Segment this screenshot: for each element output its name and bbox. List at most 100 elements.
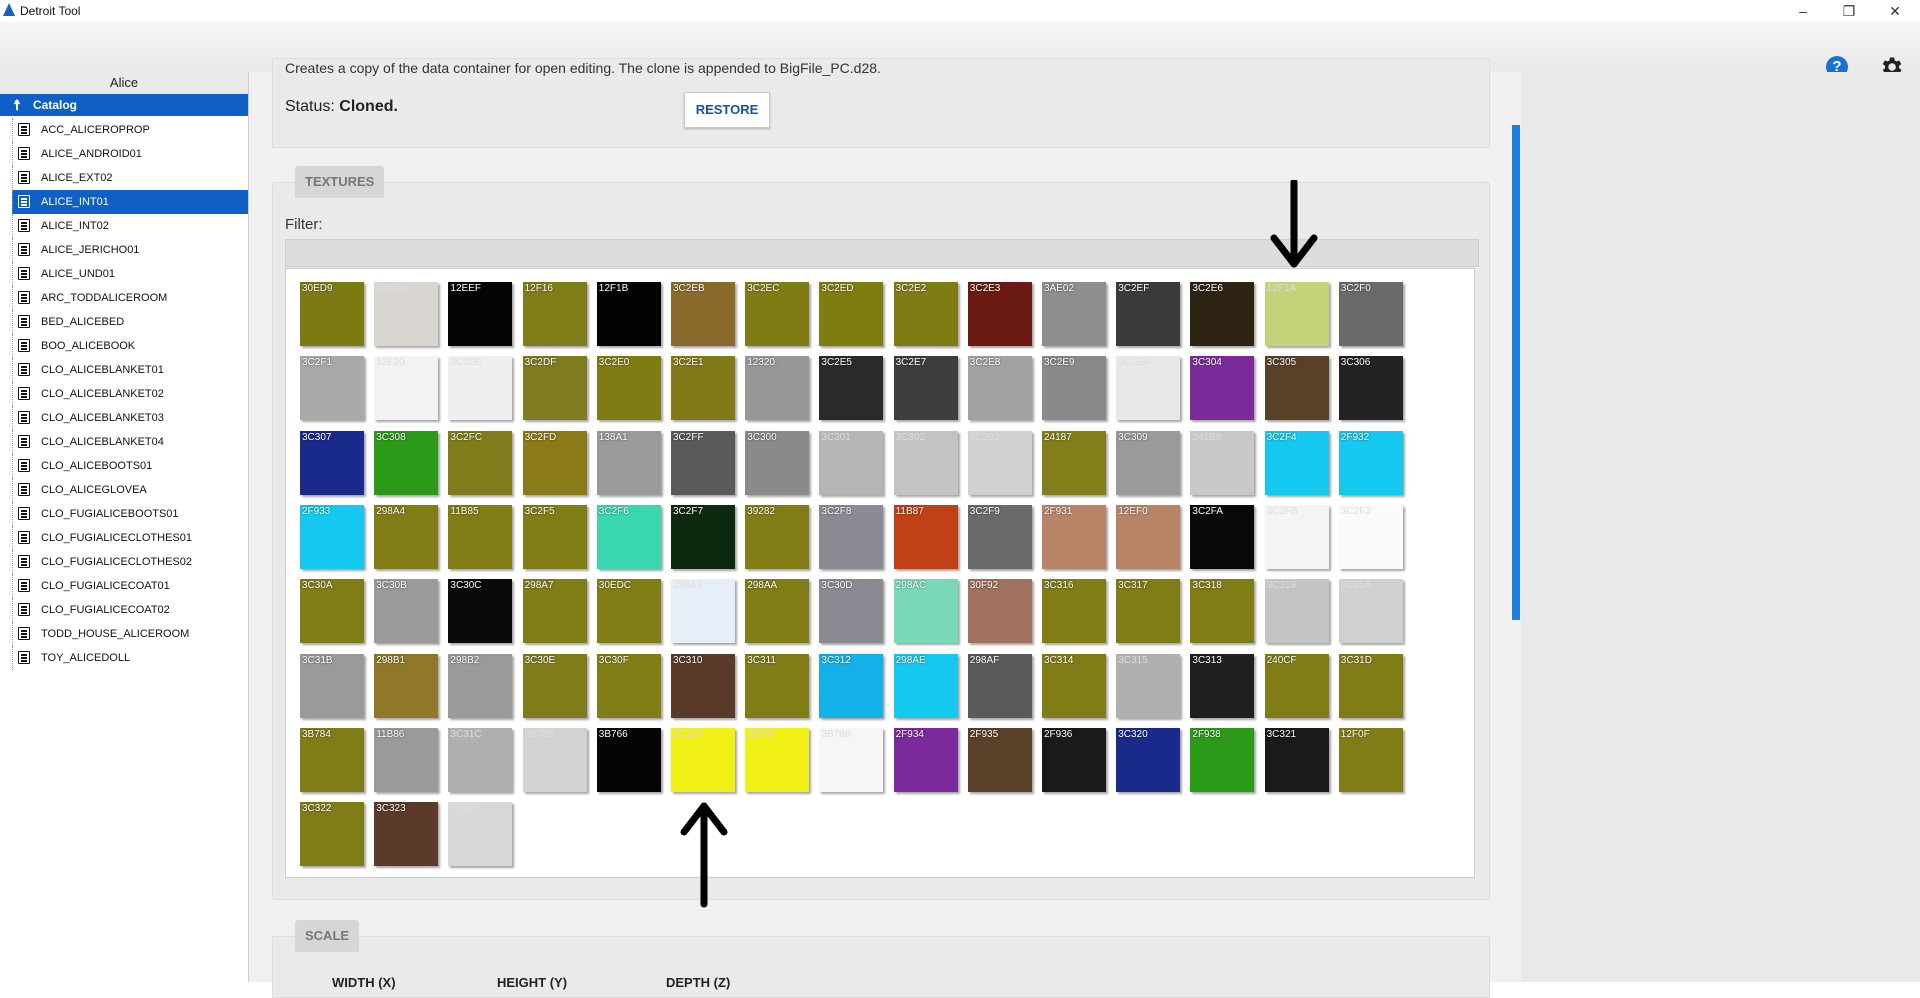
texture-tile[interactable]: 3C314 xyxy=(1042,653,1106,718)
texture-tile[interactable]: 12F16 xyxy=(522,282,587,346)
texture-tile[interactable]: 3C2FC xyxy=(448,430,513,495)
texture-tile[interactable]: 3C315 xyxy=(1116,653,1181,718)
texture-tile[interactable]: 3C319 xyxy=(1264,579,1329,644)
texture-tile[interactable]: 3C303 xyxy=(967,430,1032,495)
sidebar-item[interactable]: ACC_ALICEROPROP xyxy=(12,118,248,142)
texture-tile[interactable]: 3C2F3 xyxy=(1338,504,1403,569)
texture-tile[interactable]: 3C308 xyxy=(374,430,439,495)
texture-tile[interactable]: 3C317 xyxy=(1116,579,1181,644)
texture-tile[interactable]: 298AE xyxy=(893,653,958,718)
sidebar-item[interactable]: CLO_FUGIALICECLOTHES01 xyxy=(12,526,248,550)
sidebar-item[interactable]: CLO_FUGIALICECLOTHES02 xyxy=(12,550,248,574)
texture-tile[interactable]: 39282 xyxy=(745,504,810,569)
texture-tile[interactable]: 298AC xyxy=(893,579,958,644)
texture-tile[interactable]: 12F0F xyxy=(1338,727,1403,792)
texture-tile[interactable]: 3C31F xyxy=(671,727,735,792)
texture-tile[interactable]: 298A4 xyxy=(374,504,439,569)
texture-tile[interactable]: 3C2E9 xyxy=(1042,356,1106,421)
texture-tile[interactable]: 12F1A xyxy=(1264,282,1329,346)
sidebar-item[interactable]: ALICE_ANDROID01 xyxy=(12,142,248,166)
texture-tile[interactable]: 3C2DE xyxy=(448,356,513,421)
restore-button[interactable]: RESTORE xyxy=(684,92,770,128)
texture-tile[interactable]: 3B787 xyxy=(745,727,810,792)
texture-tile[interactable]: 3C2F6 xyxy=(596,504,661,569)
texture-tile[interactable]: 3C300 xyxy=(745,430,810,495)
sidebar-item[interactable]: ALICE_JERICHO01 xyxy=(12,238,248,262)
texture-tile[interactable]: 3C30F xyxy=(596,653,661,718)
texture-tile[interactable]: 2F932 xyxy=(1338,430,1403,495)
sidebar-item[interactable]: ALICE_INT01 xyxy=(12,190,248,214)
texture-tile[interactable]: 3C316 xyxy=(1042,579,1106,644)
texture-tile[interactable]: 3B788 xyxy=(819,727,884,792)
sidebar-item[interactable]: CLO_ALICEBLANKET03 xyxy=(12,406,248,430)
texture-tile[interactable]: 30EDC xyxy=(596,579,661,644)
sidebar-item[interactable]: ALICE_UND01 xyxy=(12,262,248,286)
texture-tile[interactable]: 3B784 xyxy=(300,727,364,792)
texture-tile[interactable]: 298B2 xyxy=(448,653,513,718)
texture-tile[interactable]: 3C31C xyxy=(448,727,513,792)
texture-tile[interactable]: 3C2E2 xyxy=(893,282,958,346)
texture-tile[interactable]: 3C309 xyxy=(1116,430,1181,495)
texture-tile[interactable]: 3C30C xyxy=(448,579,513,644)
texture-tile[interactable]: 298AA xyxy=(745,579,810,644)
texture-tile[interactable]: 3C30A xyxy=(300,579,364,644)
texture-tile[interactable]: 3C2FB xyxy=(1264,504,1329,569)
texture-tile[interactable]: 3C2FD xyxy=(522,430,587,495)
sidebar-item[interactable]: TODD_HOUSE_ALICEROOM xyxy=(12,622,248,646)
sidebar-item[interactable]: CLO_FUGIALICECOAT01 xyxy=(12,574,248,598)
sidebar-item[interactable]: BOO_ALICEBOOK xyxy=(12,334,248,358)
minimize-button[interactable]: – xyxy=(1780,0,1826,22)
texture-tile[interactable]: 3C31D xyxy=(1338,653,1403,718)
texture-tile[interactable]: 12EEF xyxy=(448,282,513,346)
texture-tile[interactable]: 3C2E8 xyxy=(967,356,1032,421)
texture-tile[interactable]: 3C31B xyxy=(300,653,364,718)
close-button[interactable]: ✕ xyxy=(1872,0,1918,22)
sidebar-item[interactable]: ALICE_EXT02 xyxy=(12,166,248,190)
maximize-button[interactable]: ❐ xyxy=(1826,0,1872,22)
texture-tile[interactable]: 3C318 xyxy=(1190,579,1255,644)
texture-tile[interactable]: 3C320 xyxy=(1116,727,1181,792)
texture-tile[interactable]: 30F92 xyxy=(967,579,1032,644)
sidebar-item[interactable]: TOY_ALICEDOLL xyxy=(12,646,248,670)
texture-tile[interactable]: 3C30E xyxy=(522,653,587,718)
texture-tile[interactable]: 3C2FA xyxy=(1190,504,1255,569)
texture-tile[interactable]: 3C2F4 xyxy=(1264,430,1329,495)
sidebar-item[interactable]: CLO_ALICEGLOVEA xyxy=(12,478,248,502)
texture-tile[interactable]: 3C2F7 xyxy=(671,504,735,569)
texture-tile[interactable]: 3C306 xyxy=(1338,356,1403,421)
texture-tile[interactable]: 3C2FF xyxy=(671,430,735,495)
texture-tile[interactable]: 298B1 xyxy=(374,653,439,718)
texture-tile[interactable]: 2F938 xyxy=(1190,727,1255,792)
texture-tile[interactable]: 3C2E5 xyxy=(819,356,884,421)
texture-tile[interactable]: 3C302 xyxy=(893,430,958,495)
texture-tile[interactable]: 2F935 xyxy=(967,727,1032,792)
texture-tile[interactable]: 3C30D xyxy=(819,579,884,644)
texture-tile[interactable]: 3C2E1 xyxy=(671,356,735,421)
texture-tile[interactable]: 3AE02 xyxy=(1042,282,1106,346)
texture-tile[interactable]: 12320 xyxy=(745,356,810,421)
sidebar-item[interactable]: CLO_ALICEBOOTS01 xyxy=(12,454,248,478)
texture-tile[interactable]: 3C2EA xyxy=(1116,356,1181,421)
texture-tile[interactable]: 30ED9 xyxy=(300,282,364,346)
texture-tile[interactable]: 3C2EB xyxy=(671,282,735,346)
sidebar-item[interactable]: CLO_ALICEBLANKET01 xyxy=(12,358,248,382)
texture-tile[interactable]: 3C2F1 xyxy=(300,356,364,421)
texture-tile[interactable]: 298A7 xyxy=(522,579,587,644)
texture-tile[interactable]: 12F1B xyxy=(596,282,661,346)
texture-tile[interactable]: 11B86 xyxy=(374,727,439,792)
texture-tile[interactable]: 3C2ED xyxy=(819,282,884,346)
texture-tile[interactable]: 298A9 xyxy=(671,579,735,644)
texture-tile[interactable]: 138A1 xyxy=(596,430,661,495)
sidebar-item[interactable]: CLO_FUGIALICECOAT02 xyxy=(12,598,248,622)
texture-tile[interactable]: 12F20 xyxy=(374,356,439,421)
texture-tile[interactable]: 11B85 xyxy=(448,504,513,569)
texture-tile[interactable]: 3C323 xyxy=(374,802,439,867)
texture-tile[interactable]: 2F933 xyxy=(300,504,364,569)
texture-tile[interactable]: 3C31A xyxy=(1338,579,1403,644)
texture-tile[interactable]: 3C2E7 xyxy=(893,356,958,421)
sidebar-item[interactable]: CLO_ALICEBLANKET04 xyxy=(12,430,248,454)
sidebar-item[interactable]: ALICE_INT02 xyxy=(12,214,248,238)
texture-tile[interactable]: 2F934 xyxy=(893,727,958,792)
texture-tile[interactable]: 240CF xyxy=(1264,653,1329,718)
scrollbar-thumb[interactable] xyxy=(1512,125,1520,620)
